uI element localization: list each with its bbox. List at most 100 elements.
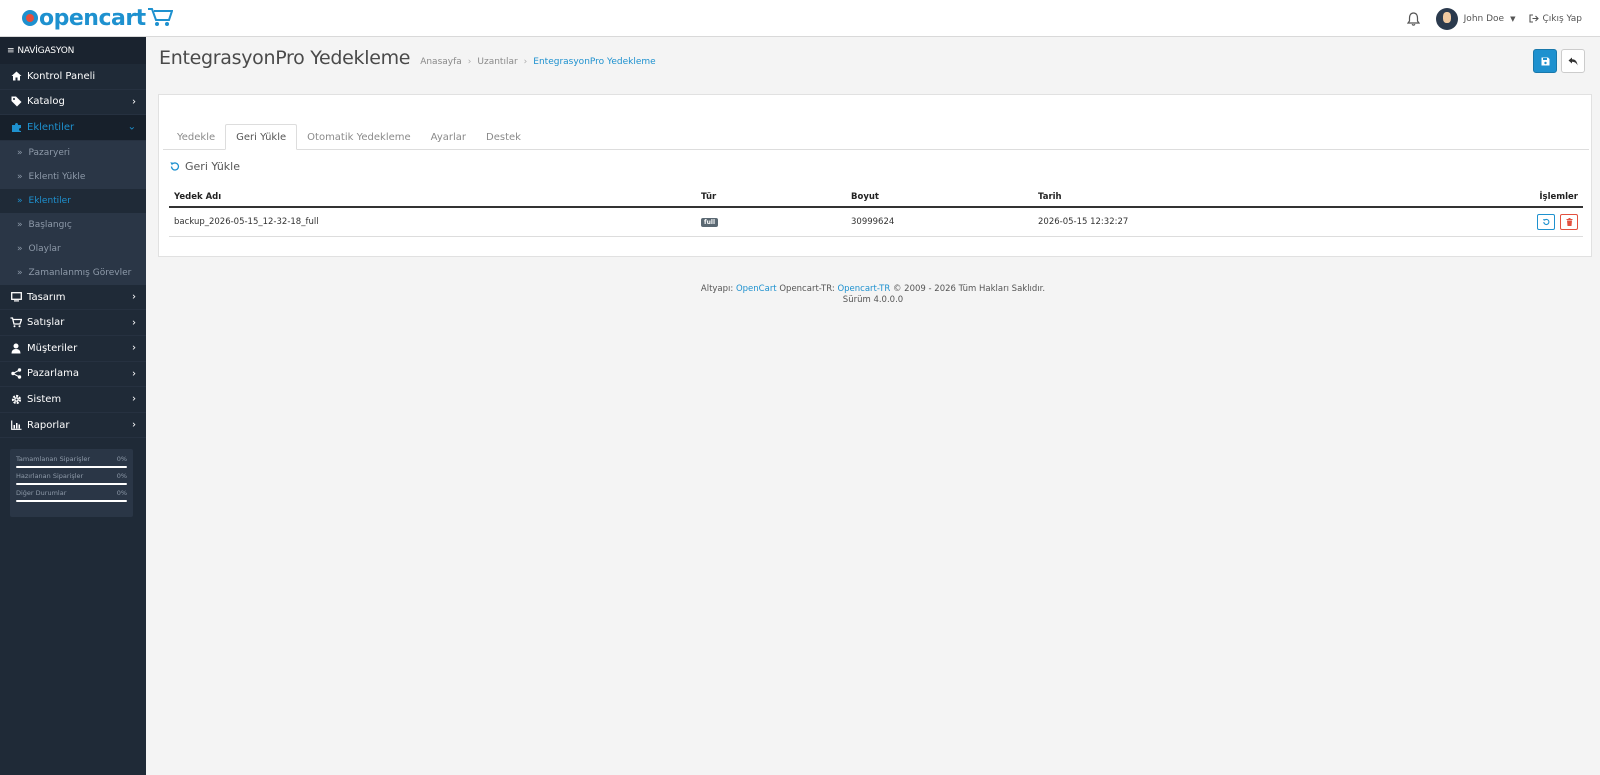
submenu-label: Başlangıç [28,219,72,230]
stat-label: Hazırlanan Siparişler [16,472,84,480]
navigation-toggle[interactable]: ≡ NAVİGASYON [0,37,146,64]
table-header-row: Yedek Adı Tür Boyut Tarih İşlemler [169,188,1583,208]
chevron-right-icon: › [132,291,136,303]
backup-size-cell: 30999624 [846,207,1033,237]
stat-value: 0% [116,472,127,480]
user-menu[interactable]: John Doe ▼ [1435,7,1516,30]
double-chevron-icon: » [17,147,23,158]
save-button[interactable] [1533,49,1557,73]
gear-icon [10,393,22,405]
submenu-item-extensions[interactable]: » Eklentiler [0,188,146,213]
home-icon [10,70,22,82]
sign-out-icon [1529,14,1540,23]
sidebar-item-system[interactable]: Sistem › [0,387,146,413]
restore-button[interactable] [1537,214,1556,230]
page-title: EntegrasyonPro Yedekleme [159,47,411,69]
backup-card: Yedekle Geri Yükle Otomatik Yedekleme Ay… [158,94,1592,257]
submenu-item-installer[interactable]: » Eklenti Yükle [0,165,146,189]
stat-label: Diğer Durumlar [16,489,67,497]
submenu-label: Olaylar [28,243,61,254]
delete-button[interactable] [1560,214,1578,230]
navigation-title: NAVİGASYON [17,45,75,56]
undo-icon [1543,218,1550,226]
tab-backup[interactable]: Yedekle [167,124,225,150]
sidebar-item-dashboard[interactable]: Kontrol Paneli [0,64,146,90]
submenu-label: Eklenti Yükle [28,171,86,182]
sidebar-item-reports[interactable]: Raporlar › [0,413,146,439]
submenu-label: Pazaryeri [28,147,71,158]
footer: Altyapı: OpenCart Opencart-TR: Opencart-… [146,284,1600,306]
sidebar-item-catalog[interactable]: Katalog › [0,90,146,116]
sidebar-item-customers[interactable]: Müşteriler › [0,336,146,362]
sidebar-item-label: Satışlar [27,317,65,329]
stat-processing: Hazırlanan Siparişler 0% [16,472,127,480]
breadcrumb-current[interactable]: EntegrasyonPro Yedekleme [533,57,655,67]
column-header-size[interactable]: Boyut [846,188,1033,208]
tab-auto-backup[interactable]: Otomatik Yedekleme [297,124,421,150]
save-icon [1541,57,1549,65]
reply-icon [1568,57,1578,65]
submenu-item-cron[interactable]: » Zamanlanmış Görevler [0,261,146,285]
sidebar-item-design[interactable]: Tasarım › [0,285,146,311]
stat-completed: Tamamlanan Siparişler 0% [16,455,127,463]
top-header: opencart John Doe ▼ Çıkış Yap [0,0,1600,37]
extensions-submenu: » Pazaryeri » Eklenti Yükle » Eklentiler » B… [0,140,146,285]
submenu-item-startup[interactable]: » Başlangıç [0,213,146,237]
sidebar-item-label: Sistem [27,393,62,405]
logout-label: Çıkış Yap [1542,13,1582,24]
double-chevron-icon: » [17,171,23,182]
double-chevron-icon: » [17,219,23,230]
sidebar-item-extensions[interactable]: Eklentiler ⌄ [0,115,146,141]
stat-progress-bar [16,500,127,502]
backup-type-cell: full [696,207,846,237]
chevron-right-icon: › [132,393,136,405]
tag-icon [10,96,22,108]
order-stats-panel: Tamamlanan Siparişler 0% Hazırlanan Sipar… [10,449,133,517]
stat-value: 0% [116,489,127,497]
submenu-item-events[interactable]: » Olaylar [0,237,146,261]
stat-label: Tamamlanan Siparişler [16,455,90,463]
opencart-logo[interactable]: opencart [22,4,173,32]
chevron-down-icon: ⌄ [127,121,136,133]
footer-middle: Opencart-TR: [779,284,835,294]
footer-credits: Altyapı: OpenCart Opencart-TR: Opencart-… [146,284,1600,295]
column-header-type[interactable]: Tür [696,188,846,208]
submenu-item-marketplace[interactable]: » Pazaryeri [0,141,146,165]
sidebar-item-label: Pazarlama [27,368,79,380]
section-title-label: Geri Yükle [185,160,240,173]
cart-icon [10,317,22,329]
sidebar-item-label: Eklentiler [27,121,75,133]
breadcrumb-separator-icon: › [467,57,472,67]
back-button[interactable] [1561,49,1585,73]
backup-name-cell: backup_2026-05-15_12-32-18_full [169,207,696,237]
double-chevron-icon: » [17,267,23,278]
chevron-right-icon: › [132,342,136,354]
column-header-name[interactable]: Yedek Adı [169,188,696,208]
main-content: EntegrasyonPro Yedekleme Anasayfa › Uzan… [146,37,1600,775]
backup-table: Yedek Adı Tür Boyut Tarih İşlemler backu… [169,188,1583,237]
tab-support[interactable]: Destek [476,124,531,150]
breadcrumb-extensions[interactable]: Uzantılar [477,57,517,67]
stat-value: 0% [116,455,127,463]
stat-other: Diğer Durumlar 0% [16,489,127,497]
logout-link[interactable]: Çıkış Yap [1529,14,1582,24]
column-header-date[interactable]: Tarih [1033,188,1333,208]
trash-icon [1566,218,1572,226]
sidebar-item-marketing[interactable]: Pazarlama › [0,362,146,388]
bell-icon[interactable] [1406,11,1422,27]
sidebar-item-label: Katalog [27,96,65,108]
sidebar-item-sales[interactable]: Satışlar › [0,310,146,336]
tab-restore[interactable]: Geri Yükle [225,124,298,150]
footer-link-opencart[interactable]: OpenCart [736,284,777,294]
breadcrumb-home[interactable]: Anasayfa [420,57,462,67]
caret-down-icon: ▼ [1510,14,1516,23]
column-header-actions: İşlemler [1333,188,1583,208]
undo-icon [170,162,180,171]
tab-settings[interactable]: Ayarlar [421,124,476,150]
footer-link-opencart-tr[interactable]: Opencart-TR [837,284,890,294]
breadcrumb: Anasayfa › Uzantılar › EntegrasyonPro Ye… [420,57,656,67]
share-icon [10,368,22,380]
sidebar-item-label: Müşteriler [27,342,78,354]
chevron-right-icon: › [132,317,136,329]
type-badge: full [701,218,718,227]
